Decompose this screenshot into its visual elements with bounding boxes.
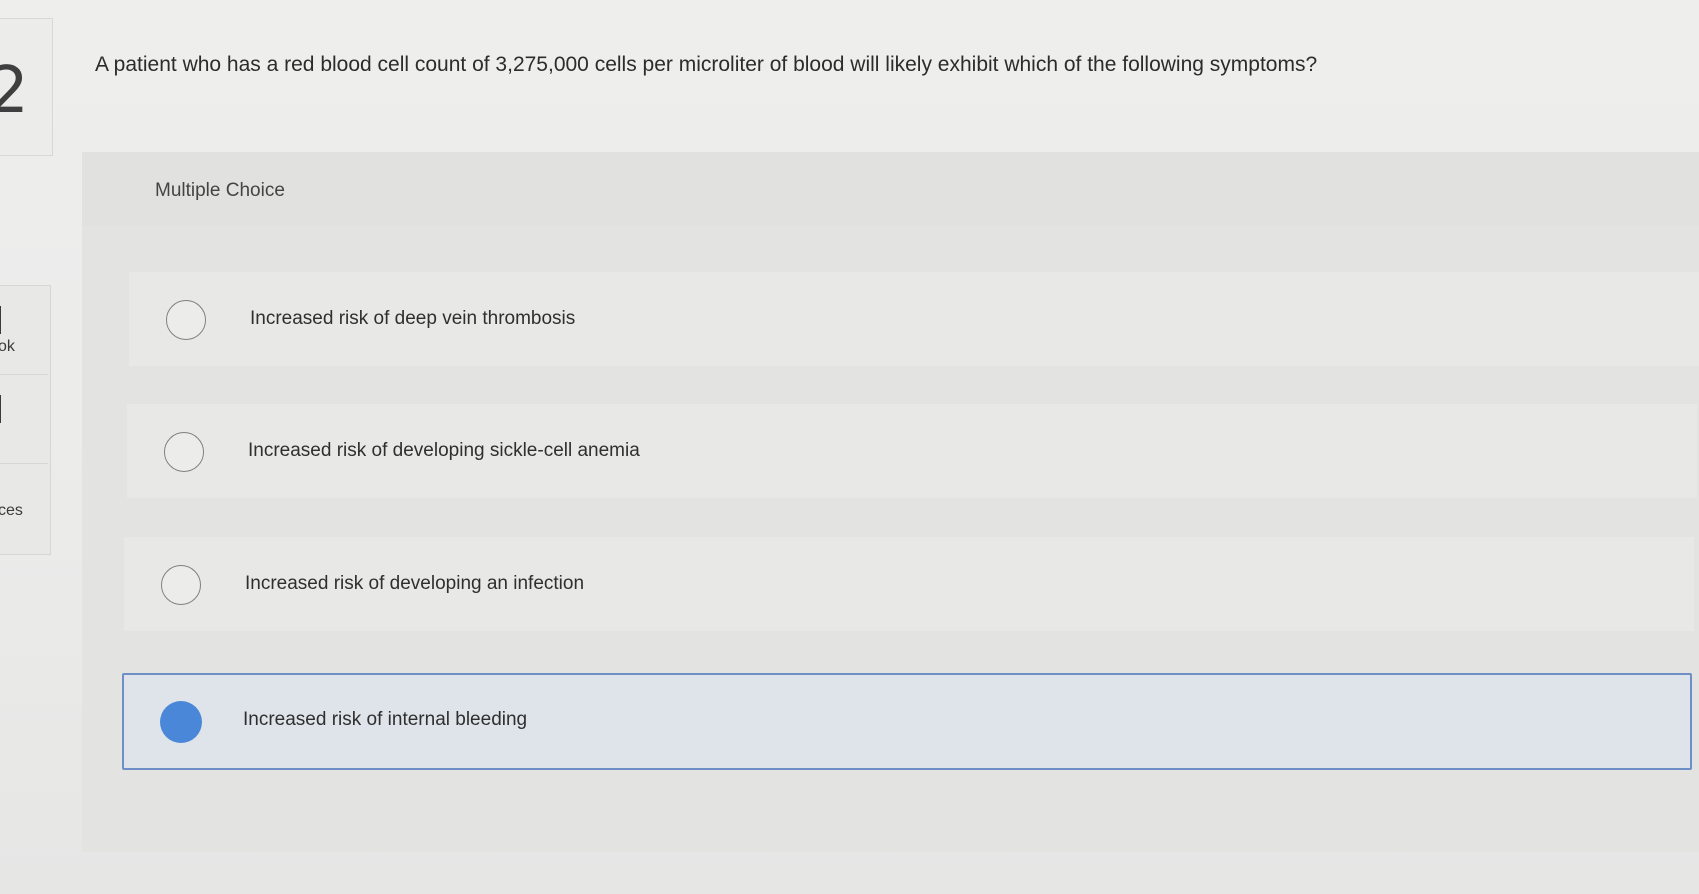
- side-nav-marker: [0, 395, 1, 423]
- question-number: 2: [0, 54, 29, 128]
- answer-option-selected[interactable]: Increased risk of internal bleeding: [122, 673, 1692, 770]
- answer-option-label: Increased risk of internal bleeding: [243, 709, 528, 730]
- question-prompt: A patient who has a red blood cell count…: [95, 53, 1318, 76]
- multiple-choice-panel: Multiple Choice Increased risk of deep v…: [82, 152, 1699, 852]
- radio-button[interactable]: [164, 432, 204, 472]
- quiz-page: 2 ok ces A patient who has a red blood c…: [0, 0, 1699, 894]
- side-nav-item-label: ces: [0, 502, 23, 519]
- answer-option[interactable]: Increased risk of developing sickle-cell…: [127, 404, 1697, 498]
- answer-option-label: Increased risk of developing sickle-cell…: [248, 440, 640, 461]
- side-nav-marker: [0, 306, 1, 334]
- side-nav-item-references[interactable]: ces: [0, 464, 48, 552]
- radio-button[interactable]: [161, 565, 201, 605]
- answer-option[interactable]: Increased risk of developing an infectio…: [124, 537, 1694, 631]
- answer-option[interactable]: Increased risk of deep vein thrombosis: [129, 272, 1699, 366]
- answer-option-label: Increased risk of deep vein thrombosis: [250, 308, 576, 329]
- radio-button-selected[interactable]: [160, 701, 202, 743]
- side-nav-panel: ok ces: [0, 285, 51, 555]
- side-nav-item-ebook[interactable]: ok: [0, 286, 48, 375]
- answer-option-label: Increased risk of developing an infectio…: [245, 573, 585, 594]
- side-nav-item-print[interactable]: [0, 375, 48, 464]
- choices-header: Multiple Choice: [82, 152, 1699, 226]
- side-nav-item-label: ok: [0, 338, 15, 355]
- multiple-choice-label: Multiple Choice: [155, 180, 285, 201]
- question-number-box[interactable]: 2: [0, 18, 53, 156]
- radio-button[interactable]: [166, 300, 206, 340]
